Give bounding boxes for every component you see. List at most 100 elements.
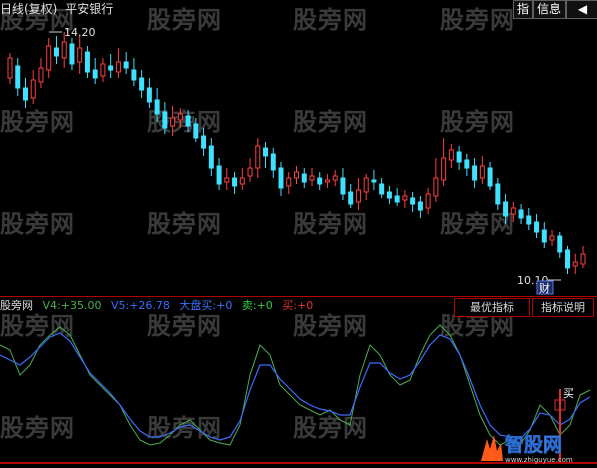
indicator-name: 股旁网	[0, 299, 33, 312]
chart-title: 日线(复权) 平安银行	[0, 0, 113, 18]
candle-body	[534, 221, 540, 233]
v5-value: +26.78	[129, 299, 170, 312]
candle-body	[541, 229, 547, 243]
candle-body	[464, 159, 470, 169]
candle-body	[270, 153, 276, 171]
candle-body	[363, 177, 369, 193]
big-buy-value: +0	[216, 299, 233, 312]
candle-body	[278, 167, 284, 189]
period-label: 日线(复权)	[0, 2, 58, 16]
info-button[interactable]: 信息	[533, 0, 566, 19]
candle-body	[386, 191, 392, 199]
candle-body	[301, 173, 307, 183]
candle-body	[557, 235, 563, 253]
candle-body	[69, 43, 75, 65]
candle-body	[286, 177, 292, 187]
zhi-button[interactable]: 指	[513, 0, 533, 19]
logo-url: www.zhiguyue.com	[505, 456, 573, 464]
candle-body	[162, 111, 168, 129]
candle-body	[232, 177, 238, 187]
logo-text: 智股网	[505, 433, 562, 456]
candle-body	[224, 177, 230, 183]
high-price-label: 14.20	[64, 26, 96, 39]
candle-body	[294, 171, 299, 179]
candle-body	[131, 69, 137, 81]
candle-body	[371, 179, 377, 183]
candle-body	[38, 67, 44, 83]
candle-body	[425, 193, 431, 209]
candle-body	[518, 209, 524, 219]
candle-body	[146, 87, 152, 103]
v5-label: V5:	[110, 299, 130, 312]
candle-body	[22, 87, 28, 101]
big-buy-label: 大盘买:	[179, 299, 217, 312]
candle-body	[115, 61, 121, 73]
candle-body	[348, 191, 354, 205]
buy-label: 买:	[282, 299, 297, 312]
candle-body	[580, 253, 586, 265]
candle-body	[332, 175, 338, 181]
candle-body	[487, 167, 493, 187]
candle-body	[61, 41, 67, 59]
candle-body	[185, 115, 191, 127]
candle-body	[239, 177, 245, 185]
candle-body	[53, 47, 59, 57]
candle-body	[309, 175, 315, 181]
nav-arrow-icon[interactable]: ◀	[566, 0, 597, 19]
candle-body	[92, 69, 98, 79]
price-chart[interactable]: 14.20 10.10 财	[0, 18, 597, 296]
candle-body	[495, 183, 501, 205]
sell-label: 卖:	[241, 299, 257, 312]
candle-body	[355, 189, 361, 203]
buy-marker: 买	[563, 387, 574, 400]
candle-body	[77, 47, 83, 63]
candle-body	[263, 147, 269, 157]
candle-body	[441, 157, 447, 181]
candle-body	[572, 261, 578, 267]
candle-body	[526, 215, 532, 225]
v4-label: V4:	[42, 299, 61, 312]
candle-body	[549, 235, 555, 241]
site-logo: 智股网 www.zhiguyue.com	[481, 433, 573, 464]
v4-value: +35.00	[60, 299, 102, 312]
candle-body	[100, 63, 106, 77]
buy-value: +0	[297, 299, 314, 312]
v5-line	[0, 332, 591, 441]
candle-body	[456, 151, 462, 163]
candle-body	[417, 201, 423, 211]
candle-body	[340, 177, 346, 195]
candle-body	[15, 65, 21, 89]
candle-body	[503, 201, 509, 217]
stock-name: 平安银行	[65, 2, 114, 16]
candle-body	[123, 61, 129, 69]
candle-body	[324, 179, 330, 183]
candle-body	[154, 99, 160, 115]
candle-body	[433, 177, 439, 197]
sell-value: +0	[256, 299, 273, 312]
candle-body	[30, 79, 36, 99]
candle-body	[472, 165, 478, 181]
candle-body	[7, 57, 13, 79]
panel-divider	[0, 296, 597, 297]
candle-body	[46, 45, 52, 71]
cai-label: 财	[539, 281, 550, 295]
candle-body	[317, 177, 323, 185]
candle-body	[394, 195, 400, 203]
indicator-legend: 股旁网 V4:+35.00 V5:+26.78 大盘买:+0 卖:+0 买:+0	[0, 298, 313, 314]
candle-body	[448, 149, 454, 161]
candle-body	[193, 123, 199, 139]
candle-body	[402, 195, 408, 201]
candle-body	[410, 197, 416, 205]
candles-group	[7, 32, 586, 274]
candle-body	[177, 113, 183, 121]
candle-body	[479, 165, 485, 179]
candle-body	[108, 65, 114, 71]
candle-body	[379, 183, 385, 195]
candle-body	[84, 51, 90, 73]
candle-body	[565, 249, 571, 269]
candle-body	[139, 77, 145, 91]
candle-body	[216, 165, 222, 185]
candle-body	[255, 145, 261, 169]
candle-body	[170, 117, 176, 127]
candle-body	[208, 145, 214, 169]
